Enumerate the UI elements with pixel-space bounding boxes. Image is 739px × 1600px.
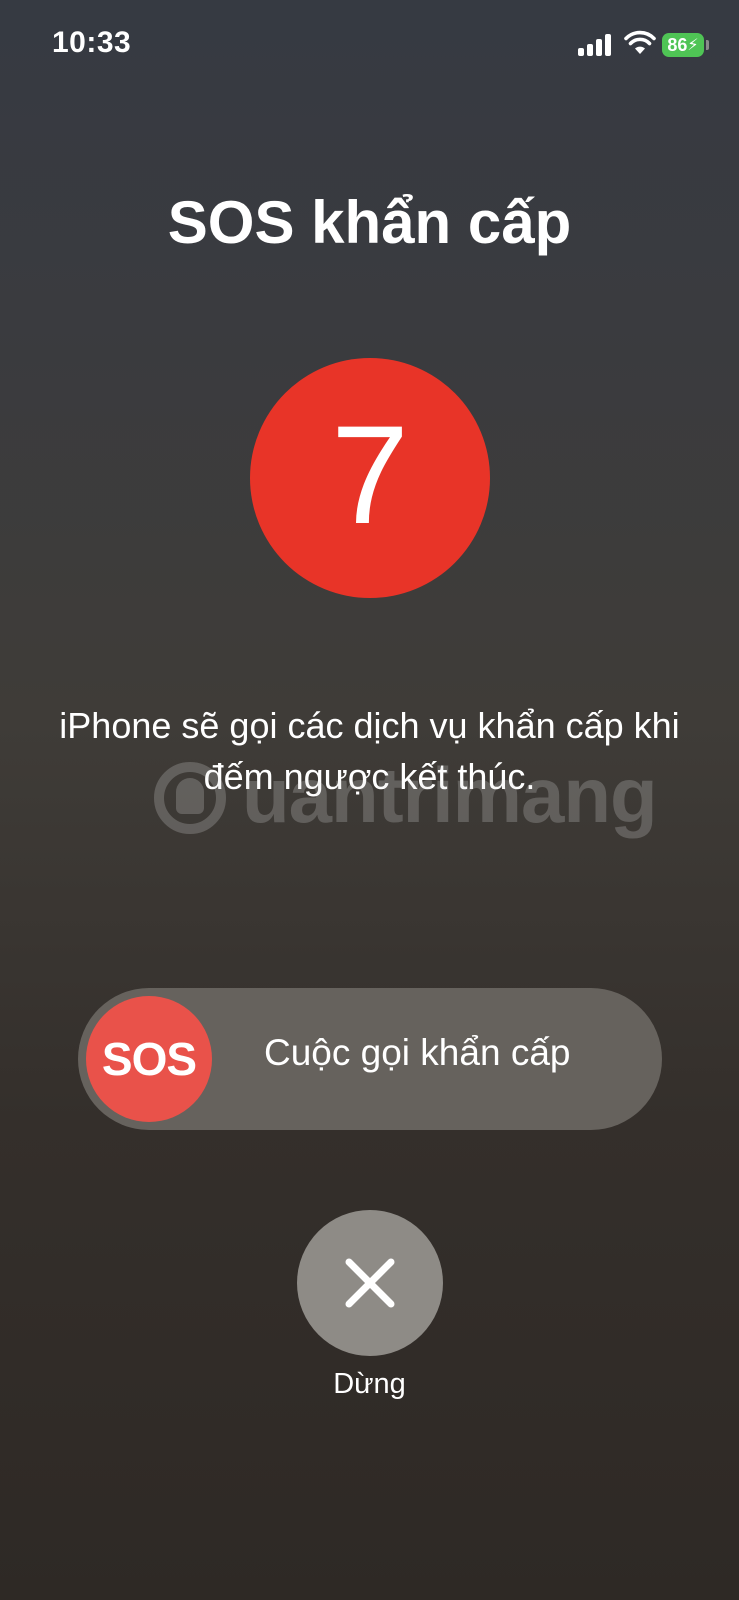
watermark-logo: uantrimang — [150, 748, 658, 858]
stop-label: Dừng — [333, 1368, 406, 1400]
stop-button[interactable] — [297, 1210, 443, 1356]
status-bar: 10:33 86 ⚡ — [0, 0, 739, 95]
countdown-number: 7 — [331, 396, 409, 553]
status-time: 10:33 — [52, 26, 132, 59]
battery-level: 86 — [667, 34, 688, 55]
sos-slider-knob[interactable]: SOS — [86, 996, 212, 1122]
slider-label: Cuộc gọi khẩn cấp — [264, 1032, 571, 1073]
battery-charging-icon: 86 ⚡ — [662, 33, 704, 57]
watermark-text: uantrimang — [242, 751, 658, 839]
lightbulb-icon — [176, 778, 204, 814]
battery-nub — [706, 40, 709, 50]
cellular-signal-icon — [578, 34, 614, 56]
page-title: SOS khẩn cấp — [167, 189, 572, 256]
countdown-circle: 7 — [250, 358, 490, 598]
emergency-call-slider[interactable]: SOS Cuộc gọi khẩn cấp — [78, 988, 662, 1130]
wifi-icon — [624, 30, 656, 54]
close-icon — [345, 1258, 395, 1308]
